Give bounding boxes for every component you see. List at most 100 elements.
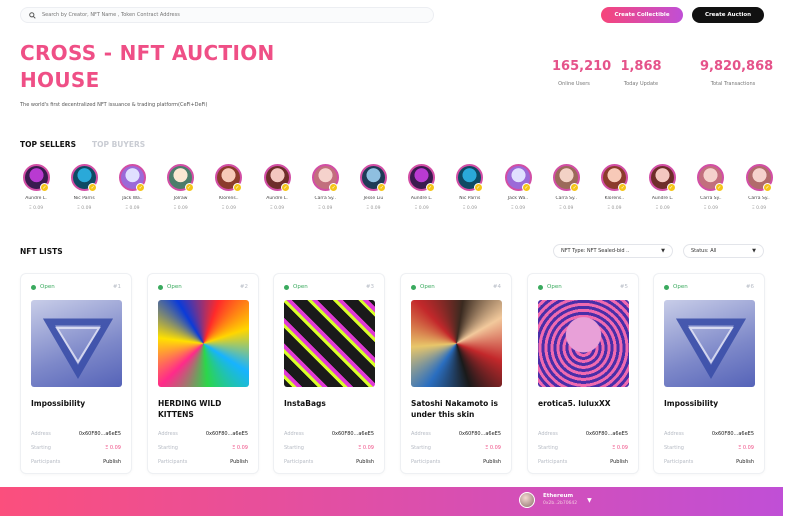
status-text: Open	[673, 284, 688, 290]
status-text: Open	[167, 284, 182, 290]
address-label: Address	[158, 431, 178, 437]
nft-image[interactable]	[664, 300, 755, 387]
starting-label: Starting	[411, 445, 431, 451]
nft-image[interactable]	[158, 300, 249, 387]
participants-label: Participants	[664, 459, 694, 465]
status-badge: Open	[411, 284, 435, 290]
nft-image[interactable]	[284, 300, 375, 387]
nft-card[interactable]: Open #3 InstaBags Address 0x60F80...a6eE5 Sta…	[273, 273, 385, 474]
seller-price: Ξ 0.09	[703, 206, 718, 211]
seller-item[interactable]: Carra Sy.. Ξ 0.09 ✓	[695, 164, 727, 211]
address-row: Address 0x60F80...a6eE5	[538, 431, 628, 437]
status-dot-icon	[538, 284, 543, 290]
chevron-down-icon: ▼	[587, 496, 592, 504]
nft-card[interactable]: Open #2 HERDING WILD KITTENS Address 0x60F80…	[147, 273, 259, 474]
nft-card[interactable]: Open #1 Impossibility Address 0x60F80...a6eE…	[20, 273, 132, 474]
seller-price: Ξ 0.09	[77, 206, 92, 211]
seller-price: Ξ 0.09	[269, 206, 285, 211]
starting-value: Ξ 0.09	[232, 445, 248, 451]
create-collectible-button[interactable]: Create Collectible	[601, 7, 683, 23]
seller-item[interactable]: Aundre L. Ξ 0.09 ✓	[20, 164, 52, 211]
seller-item[interactable]: Aundre L. Ξ 0.09 ✓	[261, 164, 293, 211]
starting-value: Ξ 0.09	[738, 445, 754, 451]
starting-label: Starting	[284, 445, 304, 451]
starting-value: Ξ 0.09	[105, 445, 121, 451]
status-select[interactable]: Status: All ▼	[683, 244, 764, 258]
seller-item[interactable]: Carra Sy.. Ξ 0.09 ✓	[550, 164, 582, 211]
participants-row: Participants Publish	[538, 459, 628, 465]
seller-price: Ξ 0.09	[173, 206, 188, 211]
seller-item[interactable]: Klorens.. Ξ 0.09 ✓	[213, 164, 245, 211]
verified-badge-icon: ✓	[618, 183, 628, 192]
seller-name: Carra Sy..	[314, 196, 336, 201]
stat-label: Total Transactions	[710, 81, 756, 87]
seller-item[interactable]: Carra Sy.. Ξ 0.09 ✓	[309, 164, 341, 211]
nft-image[interactable]	[31, 300, 122, 387]
stat-online-users: 165,210 Online Users	[552, 59, 612, 87]
seller-price: Ξ 0.09	[366, 206, 381, 211]
starting-label: Starting	[538, 445, 558, 451]
seller-price: Ξ 0.09	[125, 206, 140, 211]
nft-title[interactable]: erotica5. luluxXX	[538, 398, 633, 409]
seller-price: Ξ 0.09	[607, 206, 622, 211]
nft-title[interactable]: Impossibility	[664, 398, 759, 409]
search-bar[interactable]	[20, 7, 434, 23]
address-value: 0x60F80...a6eE5	[205, 431, 248, 437]
seller-item[interactable]: Jack Wa.. Ξ 0.09 ✓	[502, 164, 534, 211]
status-value: Status: All	[691, 248, 717, 254]
page-title: CROSS - NFT AUCTION HOUSE	[20, 41, 275, 92]
seller-item[interactable]: Aundre L. Ξ 0.09 ✓	[647, 164, 679, 211]
seller-item[interactable]: Aundre L. Ξ 0.09 ✓	[406, 164, 438, 211]
starting-label: Starting	[664, 445, 684, 451]
create-auction-button[interactable]: Create Auction	[692, 7, 764, 23]
wallet-switcher[interactable]: Ethereum 0x2b..2b70642 ▼	[519, 492, 592, 508]
nft-type-select[interactable]: NFT Type: NFT Sealed-bid .. ▼	[553, 244, 673, 258]
nft-title[interactable]: HERDING WILD KITTENS	[158, 398, 253, 420]
verified-badge-icon: ✓	[232, 183, 242, 192]
seller-price: Ξ 0.09	[221, 206, 236, 211]
nft-card[interactable]: Open #4 Satoshi Nakamoto is under this ski…	[400, 273, 512, 474]
address-label: Address	[411, 431, 431, 437]
seller-item[interactable]: Jack Wa.. Ξ 0.09 ✓	[116, 164, 148, 211]
verified-badge-icon: ✓	[136, 183, 146, 192]
seller-item[interactable]: Klorens.. Ξ 0.09 ✓	[598, 164, 630, 211]
nft-card[interactable]: Open #6 Impossibility Address 0x60F80...a6eE…	[653, 273, 765, 474]
stat-label: Online Users	[558, 81, 590, 87]
search-input[interactable]	[42, 12, 422, 18]
nft-title[interactable]: InstaBags	[284, 398, 379, 409]
stat-value: 165,210	[552, 59, 612, 74]
verified-badge-icon: ✓	[40, 183, 49, 192]
card-number: #1	[112, 284, 121, 290]
seller-name: Aundre L.	[266, 196, 288, 201]
seller-name: Aundre L.	[651, 196, 674, 201]
nft-card[interactable]: Open #5 erotica5. luluxXX Address 0x60F80...…	[527, 273, 639, 474]
starting-row: Starting Ξ 0.09	[664, 445, 754, 451]
starting-value: Ξ 0.09	[358, 445, 374, 451]
status-text: Open	[40, 284, 55, 290]
seller-item[interactable]: Nic Parris Ξ 0.09 ✓	[68, 164, 100, 211]
tab-top-buyers[interactable]: TOP BUYERS	[92, 140, 145, 149]
nft-image[interactable]	[411, 300, 502, 387]
chevron-down-icon: ▼	[752, 248, 756, 254]
starting-row: Starting Ξ 0.09	[538, 445, 628, 451]
seller-item[interactable]: Jolraw Ξ 0.09 ✓	[165, 164, 197, 211]
address-row: Address 0x60F80...a6eE5	[284, 431, 374, 437]
nft-image[interactable]	[538, 300, 629, 387]
seller-item[interactable]: Carra Sy.. Ξ 0.09 ✓	[743, 164, 775, 211]
starting-value: Ξ 0.09	[485, 445, 501, 451]
status-text: Open	[293, 284, 308, 290]
address-row: Address 0x60F80...a6eE5	[664, 431, 754, 437]
nft-title[interactable]: Satoshi Nakamoto is under this skin	[411, 398, 506, 420]
nft-title[interactable]: Impossibility	[31, 398, 126, 409]
seller-item[interactable]: Jesse Liu Ξ 0.09 ✓	[357, 164, 389, 211]
address-label: Address	[31, 431, 51, 437]
tab-top-sellers[interactable]: TOP SELLERS	[20, 140, 76, 149]
verified-badge-icon: ✓	[329, 183, 339, 192]
address-value: 0x60F80...a6eE5	[585, 431, 628, 437]
seller-item[interactable]: Nic Parris Ξ 0.09 ✓	[454, 164, 486, 211]
stat-value: 9,820,868	[700, 59, 774, 74]
participants-value: Publish	[230, 459, 248, 465]
participants-value: Publish	[103, 459, 121, 465]
status-badge: Open	[284, 284, 308, 290]
status-badge: Open	[538, 284, 562, 290]
